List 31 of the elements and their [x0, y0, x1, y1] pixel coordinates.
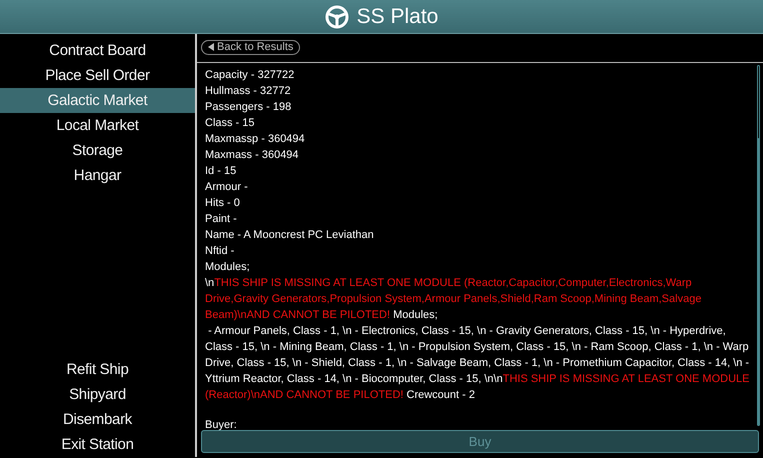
- detail-line: Hits - 0: [205, 196, 241, 211]
- modules-paragraph: \nTHIS SHIP IS MISSING AT LEAST ONE MODULE (Reactor,Capacitor,Computer,Electronics,Warp Drive,Gravity Generators,Propulsion System,Armour Panels,Shield,Ram Scoop,Mining Beam,Salvage Beam)\nAND CANNOT BE PILOTED! Modules; - Armour Panels, Class - 1, \n - Electronics, Class - 15, \n - Gravity Generators, Class - 15, \n - Hyperdrive, Class - 15, \n - Mining Beam, Class - 1, \n - Propulsion System, Class - 15, \n - Ram Scoop, Class - 1, \n - Warp Drive, Class - 15, \n - Shield, Class - 1, \n - Salvage Beam, Class - 1, \n - Promethium Capacitor, Class - 14, \n - Yttrium Reactor, Class - 14, \n - Biocomputer, Class - 15, \n\nTHIS SHIP IS MISSING AT LEAST ONE MODULE (Reactor)\nAND CANNOT BE PILOTED! Crewcount - 2: [205, 276, 750, 403]
- detail-line: Hullmass - 32772: [205, 84, 292, 99]
- window-title: SS Plato: [356, 4, 438, 30]
- sidebar-item[interactable]: Disembark: [0, 407, 195, 432]
- steering-wheel-icon: [324, 4, 349, 28]
- detail-line: Passengers - 198: [205, 100, 292, 115]
- detail-line: Armour -: [205, 180, 249, 195]
- sidebar-item[interactable]: Hangar: [0, 163, 195, 188]
- sidebar-item[interactable]: Storage: [0, 138, 195, 163]
- sidebar-item[interactable]: Shipyard: [0, 382, 195, 407]
- detail-line: Modules;: [205, 260, 251, 275]
- detail-line: Class - 15: [205, 116, 256, 131]
- detail-line: Buyer:: [205, 418, 238, 433]
- detail-line: Capacity - 327722: [205, 68, 296, 83]
- detail-line: Maxmass - 360494: [205, 148, 300, 163]
- sidebar-item[interactable]: Place Sell Order: [0, 63, 195, 88]
- sidebar-item[interactable]: Contract Board: [0, 38, 195, 63]
- scrollbar[interactable]: [757, 65, 760, 426]
- sidebar-item[interactable]: Local Market: [0, 113, 195, 138]
- detail-line: Paint -: [205, 212, 238, 227]
- scrollbar-thumb[interactable]: [758, 138, 759, 425]
- detail-line: Maxmassp - 360494: [205, 132, 306, 147]
- back-button[interactable]: Back to Results: [201, 40, 300, 55]
- sidebar-item[interactable]: Galactic Market: [0, 88, 195, 113]
- sidebar-item[interactable]: Exit Station: [0, 432, 195, 457]
- detail-line: Nftid -: [205, 244, 236, 259]
- back-arrow-icon: [208, 43, 214, 51]
- detail-line: Name - A Mooncrest PC Leviathan: [205, 228, 375, 243]
- detail-line: Id - 15: [205, 164, 238, 179]
- sidebar-item[interactable]: Refit Ship: [0, 357, 195, 382]
